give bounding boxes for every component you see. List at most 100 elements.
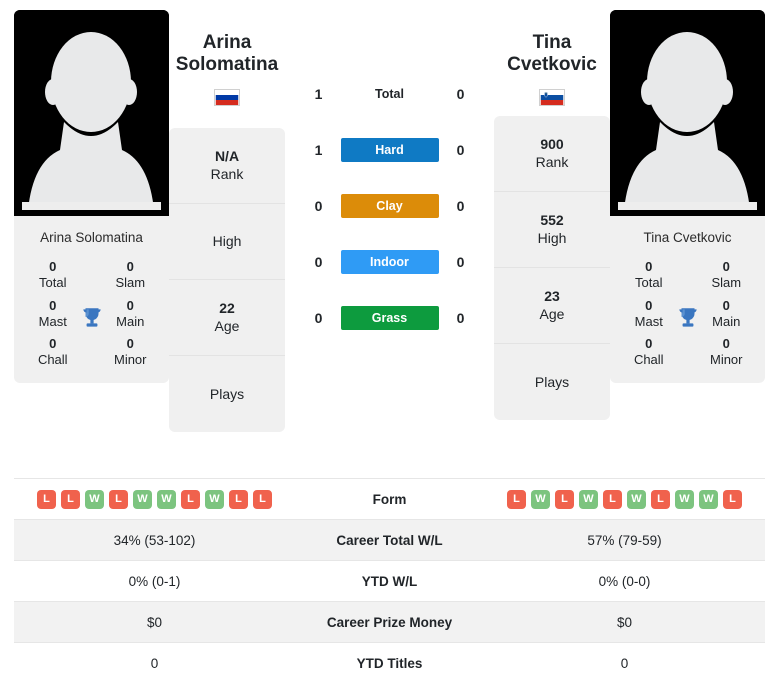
info-label: Age xyxy=(214,318,240,335)
left-player-last-name: Solomatina xyxy=(175,54,279,76)
form-chip-loss: L xyxy=(723,489,742,509)
player-silhouette-icon xyxy=(14,10,169,216)
right-player-photo[interactable] xyxy=(610,10,765,216)
form-chip-win: W xyxy=(157,489,176,509)
form-chip-loss: L xyxy=(181,489,200,509)
award-chall: 0 Chall xyxy=(610,336,688,369)
right-info-plays: Plays xyxy=(494,344,610,420)
stat-label-ytd-titles: YTD Titles xyxy=(295,642,484,684)
h2h-badge-grass[interactable]: Grass xyxy=(340,306,439,330)
h2h-left-score: 0 xyxy=(314,310,323,326)
award-total: 0 Total xyxy=(14,259,92,292)
form-chip-loss: L xyxy=(109,489,128,509)
h2h-row-grass: 0 Grass 0 xyxy=(285,290,494,346)
left-player-awards-card: Arina Solomatina 0 Total 0 Slam 0 Mast 0… xyxy=(14,216,169,383)
right-career-prize-money: $0 xyxy=(484,601,765,643)
award-slam: 0 Slam xyxy=(688,259,766,292)
player-comparison-header: Arina Solomatina 0 Total 0 Slam 0 Mast 0… xyxy=(0,0,779,478)
award-value: 0 xyxy=(722,259,730,274)
right-career-total-wl: 57% (79-59) xyxy=(484,519,765,561)
right-form-chips: LWLWLWLWWL xyxy=(484,489,765,509)
award-value: 0 xyxy=(49,336,57,351)
info-label: Rank xyxy=(210,166,244,183)
award-value: 0 xyxy=(722,336,730,351)
award-minor: 0 Minor xyxy=(688,336,766,369)
left-info-age: 22 Age xyxy=(169,280,285,356)
info-value: 900 xyxy=(540,136,564,153)
award-value: 0 xyxy=(645,336,653,351)
table-row-form: LLWLWWLWLL Form LWLWLWLWWL xyxy=(14,478,765,520)
info-label: High xyxy=(212,233,242,250)
info-label: High xyxy=(537,230,567,247)
trophy-icon xyxy=(678,308,697,327)
left-form-cell: LLWLWWLWLL xyxy=(14,478,295,520)
award-label: Slam xyxy=(711,275,742,291)
info-value: 552 xyxy=(540,212,564,229)
stat-label-form: Form xyxy=(295,478,484,520)
h2h-row-total: 1 Total 0 xyxy=(285,66,494,122)
comparison-stats-table: LLWLWWLWLL Form LWLWLWLWWL 34% (53-102) … xyxy=(14,478,765,684)
award-label: Minor xyxy=(113,352,147,368)
right-info-age: 23 Age xyxy=(494,268,610,344)
form-chip-loss: L xyxy=(603,489,622,509)
award-value: 0 xyxy=(126,259,134,274)
right-form-cell: LWLWLWLWWL xyxy=(484,478,765,520)
award-total: 0 Total xyxy=(610,259,688,292)
form-chip-win: W xyxy=(579,489,598,509)
left-player-name[interactable]: Arina Solomatina xyxy=(169,10,285,77)
left-career-prize-money: $0 xyxy=(14,601,295,643)
h2h-badge-clay[interactable]: Clay xyxy=(340,194,439,218)
form-chip-loss: L xyxy=(253,489,272,509)
player-silhouette-icon xyxy=(610,10,765,216)
h2h-left-score: 0 xyxy=(314,254,323,270)
left-info-high: High xyxy=(169,204,285,280)
head-to-head-surfaces: 1 Total 0 1 Hard 0 0 Clay 0 0 Indoor 0 0… xyxy=(285,10,494,346)
h2h-right-score: 0 xyxy=(456,142,465,158)
h2h-right-score: 0 xyxy=(456,254,465,270)
right-info-rank: 900 Rank xyxy=(494,116,610,192)
left-player-identity: Arina Solomatina N/A Rank High 22 Age Pl… xyxy=(169,10,285,432)
award-slam: 0 Slam xyxy=(92,259,170,292)
left-player-photo[interactable] xyxy=(14,10,169,216)
left-ytd-wl: 0% (0-1) xyxy=(14,560,295,602)
h2h-row-indoor: 0 Indoor 0 xyxy=(285,234,494,290)
h2h-right-score: 0 xyxy=(456,310,465,326)
stat-label-ytd-wl: YTD W/L xyxy=(295,560,484,602)
info-label: Age xyxy=(539,306,565,323)
info-value: 23 xyxy=(544,288,560,305)
form-chip-loss: L xyxy=(555,489,574,509)
right-player-identity: Tina Cvetkovic 900 Rank 552 High 23 Age xyxy=(494,10,610,420)
info-label: Plays xyxy=(534,373,570,390)
right-player-info-card: 900 Rank 552 High 23 Age Plays xyxy=(494,115,610,420)
h2h-right-score: 0 xyxy=(456,198,465,214)
stat-label-career-total-wl: Career Total W/L xyxy=(295,519,484,561)
left-info-plays: Plays xyxy=(169,356,285,432)
h2h-row-clay: 0 Clay 0 xyxy=(285,178,494,234)
right-player-name[interactable]: Tina Cvetkovic xyxy=(494,10,610,77)
table-row-ytd-wl: 0% (0-1) YTD W/L 0% (0-0) xyxy=(14,560,765,602)
right-player-awards-card: Tina Cvetkovic 0 Total 0 Slam 0 Mast 0 M… xyxy=(610,216,765,383)
h2h-label-total: Total xyxy=(375,87,404,101)
form-chip-win: W xyxy=(675,489,694,509)
right-awards-grid: 0 Total 0 Slam 0 Mast 0 Main 0 Chall 0 M… xyxy=(610,249,765,369)
h2h-right-score: 0 xyxy=(456,86,465,102)
h2h-left-score: 1 xyxy=(314,142,323,158)
flag-slovenia-icon xyxy=(539,88,565,106)
left-player-info-card: N/A Rank High 22 Age Plays xyxy=(169,127,285,432)
info-value: 22 xyxy=(219,300,235,317)
form-chip-win: W xyxy=(531,489,550,509)
left-career-total-wl: 34% (53-102) xyxy=(14,519,295,561)
right-player-card-name: Tina Cvetkovic xyxy=(643,230,732,245)
h2h-badge-indoor[interactable]: Indoor xyxy=(340,250,439,274)
form-chip-loss: L xyxy=(37,489,56,509)
table-row-ytd-titles: 0 YTD Titles 0 xyxy=(14,642,765,684)
h2h-badge-hard[interactable]: Hard xyxy=(340,138,439,162)
award-label: Chall xyxy=(633,352,664,368)
form-chip-loss: L xyxy=(229,489,248,509)
award-label: Total xyxy=(635,275,663,291)
right-ytd-titles: 0 xyxy=(484,642,765,684)
form-chip-win: W xyxy=(699,489,718,509)
right-info-high: 552 High xyxy=(494,192,610,268)
award-label: Chall xyxy=(37,352,68,368)
left-player-column: Arina Solomatina 0 Total 0 Slam 0 Mast 0… xyxy=(14,10,169,391)
